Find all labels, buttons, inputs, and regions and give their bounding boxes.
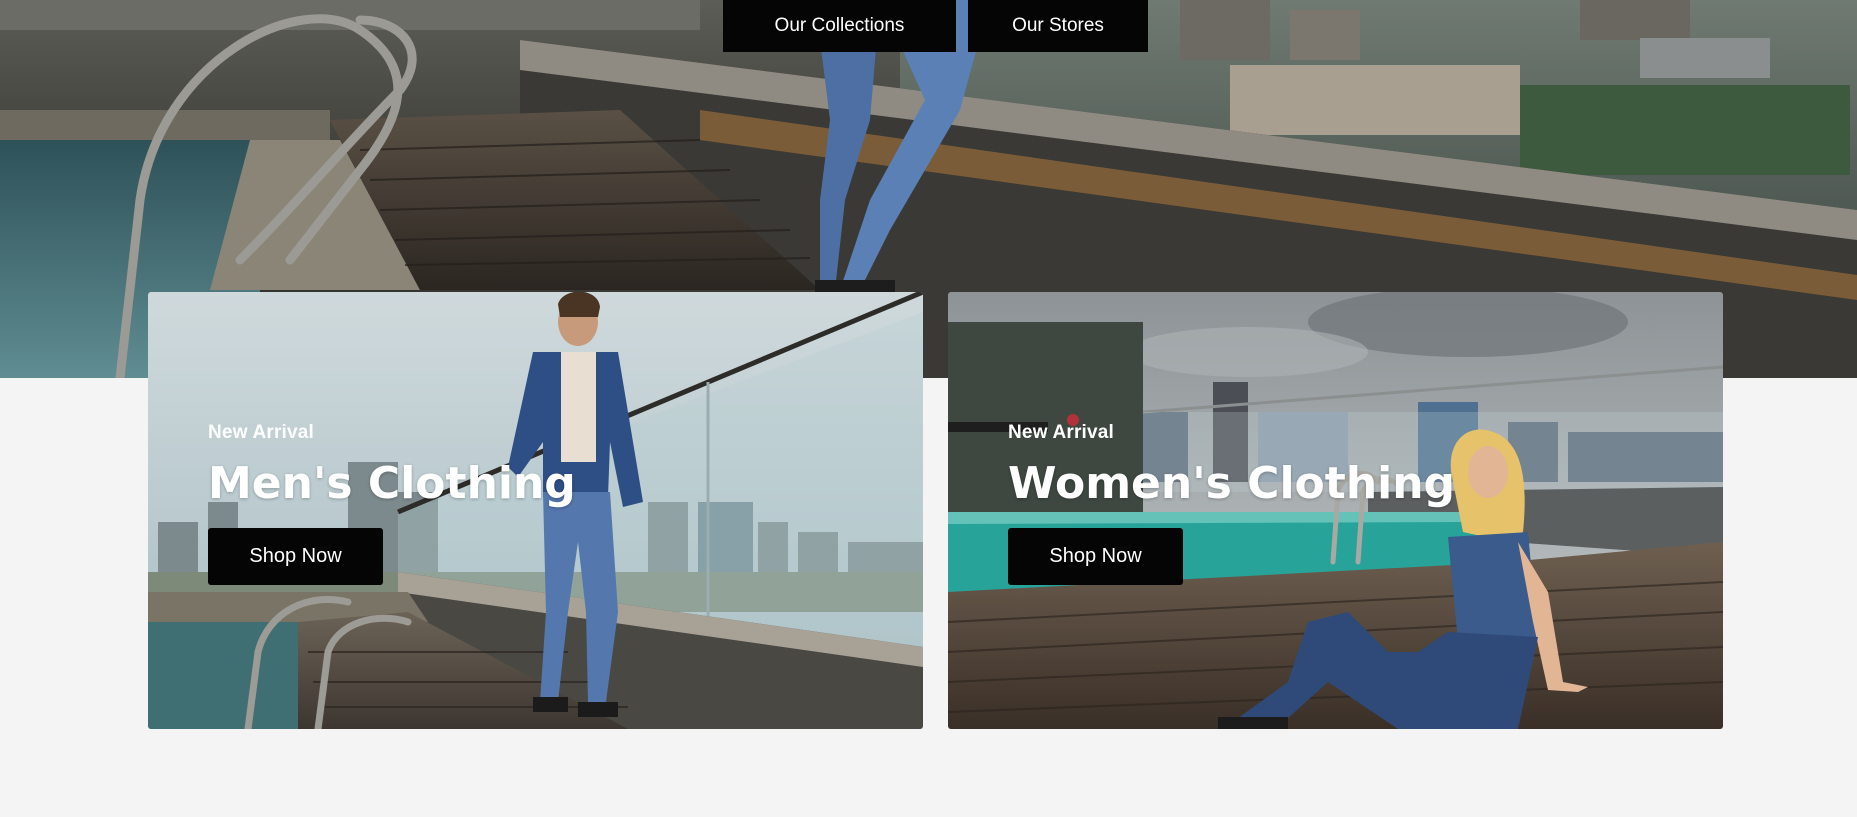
our-stores-button[interactable]: Our Stores (968, 0, 1148, 52)
womens-clothing-card[interactable]: New Arrival Women's Clothing Shop Now (948, 292, 1723, 729)
mens-clothing-card[interactable]: New Arrival Men's Clothing Shop Now (148, 292, 923, 729)
womens-new-arrival-label: New Arrival (1008, 422, 1115, 443)
womens-card-content: New Arrival Women's Clothing Shop Now (1008, 422, 1456, 586)
mens-new-arrival-label: New Arrival (208, 422, 315, 443)
our-collections-button[interactable]: Our Collections (723, 0, 956, 52)
hero-nav: Our Collections Our Stores (723, 0, 1148, 52)
womens-shop-now-button[interactable]: Shop Now (1008, 528, 1183, 586)
mens-clothing-title: Men's Clothing (208, 458, 576, 509)
mens-shop-now-button[interactable]: Shop Now (208, 528, 383, 586)
mens-card-content: New Arrival Men's Clothing Shop Now (208, 422, 576, 586)
womens-clothing-title: Women's Clothing (1008, 458, 1456, 509)
page: Our Collections Our Stores New Arrival M… (0, 0, 1857, 817)
